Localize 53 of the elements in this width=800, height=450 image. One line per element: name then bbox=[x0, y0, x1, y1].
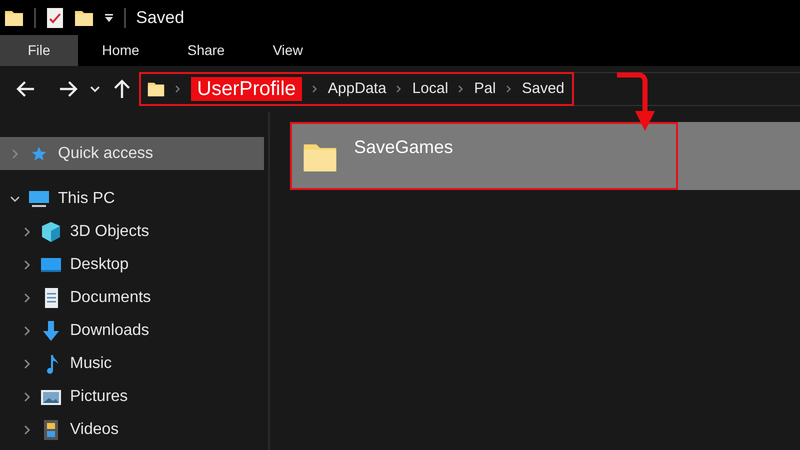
sidebar-item-label: This PC bbox=[58, 188, 115, 208]
window-title: Saved bbox=[136, 6, 184, 29]
chevron-right-icon[interactable] bbox=[22, 424, 32, 434]
checklist-icon[interactable] bbox=[46, 6, 64, 28]
sidebar-item[interactable]: This PC bbox=[0, 182, 268, 215]
folder-name: SaveGames bbox=[354, 136, 454, 159]
sidebar-item-label: Documents bbox=[70, 288, 151, 308]
up-arrow-icon[interactable] bbox=[114, 79, 130, 99]
sidebar-item[interactable]: Music bbox=[0, 347, 268, 380]
chevron-right-icon[interactable] bbox=[22, 226, 32, 236]
sidebar-item[interactable]: Quick access bbox=[0, 137, 264, 170]
dropdown-icon[interactable] bbox=[104, 12, 114, 22]
cube-icon bbox=[40, 220, 62, 242]
sidebar-item[interactable]: Desktop bbox=[0, 248, 268, 281]
sidebar-item[interactable]: Downloads bbox=[0, 314, 268, 347]
sidebar-item-label: Music bbox=[70, 354, 112, 374]
back-arrow-icon[interactable] bbox=[16, 80, 36, 98]
sidebar-item-label: Videos bbox=[70, 420, 119, 440]
chevron-right-icon[interactable] bbox=[22, 292, 32, 302]
chevron-down-icon[interactable] bbox=[90, 84, 100, 94]
breadcrumb[interactable]: AppData bbox=[328, 78, 386, 100]
separator-icon bbox=[175, 85, 181, 93]
breadcrumb[interactable]: Pal bbox=[474, 78, 496, 100]
ribbon-tab[interactable]: Share bbox=[163, 35, 249, 66]
ribbon-tab[interactable]: File bbox=[0, 35, 78, 66]
sidebar-item[interactable]: Pictures bbox=[0, 380, 268, 413]
sidebar-item-label: Desktop bbox=[70, 254, 129, 274]
separator-icon bbox=[506, 85, 512, 93]
sidebar-item-label: Pictures bbox=[70, 386, 128, 406]
chevron-right-icon[interactable] bbox=[22, 392, 32, 402]
separator-icon bbox=[312, 85, 318, 93]
star-icon bbox=[31, 146, 47, 162]
sidebar-item[interactable]: Documents bbox=[0, 281, 268, 314]
ribbon-tab[interactable]: View bbox=[248, 35, 327, 66]
sidebar-item[interactable]: 3D Objects bbox=[0, 215, 268, 248]
folder-tile[interactable]: SaveGames bbox=[290, 122, 678, 190]
chevron-right-icon[interactable] bbox=[22, 326, 32, 336]
sidebar-item-label: 3D Objects bbox=[70, 222, 150, 242]
chevron-down-icon[interactable] bbox=[10, 194, 20, 204]
sidebar-item-label: Downloads bbox=[70, 320, 150, 340]
breadcrumb[interactable]: Saved bbox=[522, 78, 564, 100]
separator-icon bbox=[458, 85, 464, 93]
address-bar[interactable]: UserProfile AppData Local Pal Saved bbox=[139, 72, 574, 106]
separator-icon bbox=[396, 85, 402, 93]
forward-arrow-icon[interactable] bbox=[58, 80, 78, 98]
sidebar-item-label: Quick access bbox=[58, 144, 154, 164]
ribbon-tab[interactable]: Home bbox=[78, 35, 164, 66]
breadcrumb[interactable]: UserProfile bbox=[191, 77, 302, 101]
chevron-right-icon[interactable] bbox=[22, 358, 32, 368]
download-arrow-icon bbox=[40, 320, 62, 342]
chevron-right-icon[interactable] bbox=[22, 260, 32, 270]
breadcrumb[interactable]: Local bbox=[412, 78, 448, 100]
sidebar-item[interactable]: Videos bbox=[0, 413, 268, 446]
